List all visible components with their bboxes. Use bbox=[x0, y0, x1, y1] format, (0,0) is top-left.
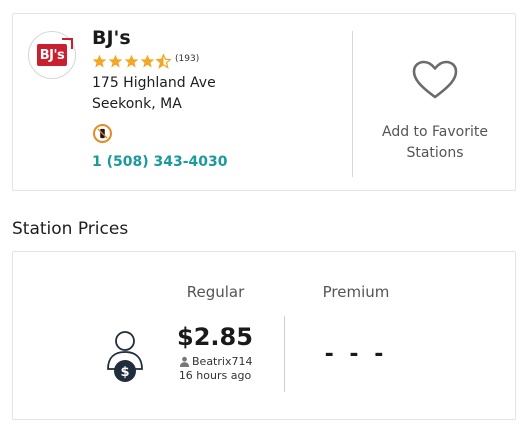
premium-price[interactable]: - - - bbox=[313, 342, 399, 367]
user-icon bbox=[179, 356, 190, 367]
reported-time: 16 hours ago bbox=[178, 369, 252, 382]
svg-text:$: $ bbox=[120, 365, 129, 380]
star-icon bbox=[108, 54, 123, 68]
no-smoking-phone-icon bbox=[93, 124, 112, 143]
user-dollar-icon: $ bbox=[107, 331, 143, 382]
grade-regular-label: Regular bbox=[186, 283, 245, 301]
address-line2: Seekonk, MA bbox=[92, 96, 182, 112]
half-star-icon bbox=[156, 54, 171, 69]
price-divider bbox=[284, 316, 285, 392]
reporter-name: Beatrix714 bbox=[192, 355, 253, 368]
star-icon bbox=[92, 54, 107, 68]
favorite-label: Stations bbox=[406, 145, 464, 161]
station-name[interactable]: BJ's bbox=[92, 27, 131, 49]
phone-link[interactable]: 1 (508) 343-4030 bbox=[92, 154, 228, 170]
rating[interactable]: (193) bbox=[92, 54, 199, 69]
favorite-label: Add to Favorite bbox=[381, 124, 488, 140]
star-icon bbox=[124, 54, 139, 68]
prices-card: Regular Premium $ $2.85 Beatrix714 16 ho… bbox=[12, 251, 516, 420]
star-icon bbox=[140, 54, 155, 68]
reporter[interactable]: Beatrix714 bbox=[179, 355, 252, 368]
add-favorite-button[interactable]: Add to Favorite Stations bbox=[354, 14, 516, 192]
address-line1: 175 Highland Ave bbox=[92, 75, 216, 91]
station-logo: BJ's bbox=[28, 31, 76, 79]
heart-icon bbox=[412, 60, 458, 99]
logo-text: BJ's bbox=[39, 47, 65, 63]
rating-count: (193) bbox=[175, 53, 200, 64]
bjs-logo-icon: BJ's bbox=[37, 44, 67, 66]
station-card: BJ's BJ's (193) 175 Highland Ave Seekonk… bbox=[12, 13, 516, 191]
divider bbox=[352, 31, 353, 177]
section-title: Station Prices bbox=[12, 219, 129, 239]
grade-premium-label: Premium bbox=[322, 283, 390, 301]
regular-price[interactable]: $2.85 bbox=[173, 323, 257, 351]
